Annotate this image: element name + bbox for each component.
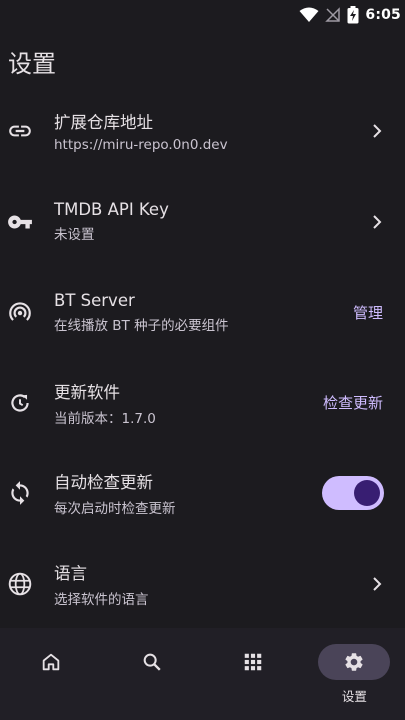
setting-subtitle: 选择软件的语言 bbox=[54, 591, 149, 608]
setting-subtitle: 每次启动时检查更新 bbox=[54, 501, 176, 518]
broadcast-icon bbox=[9, 302, 31, 322]
setting-title: 语言 bbox=[54, 563, 87, 583]
globe-icon bbox=[8, 572, 32, 596]
setting-title: 自动检查更新 bbox=[54, 473, 153, 493]
manage-bt-button[interactable]: 管理 bbox=[353, 302, 383, 323]
auto-update-toggle[interactable] bbox=[322, 476, 384, 511]
nav-search[interactable] bbox=[101, 628, 202, 720]
status-time: 6:05 bbox=[365, 7, 401, 23]
setting-update-app: 更新软件 当前版本：1.7.0 检查更新 bbox=[0, 358, 405, 449]
chevron-right-icon bbox=[373, 215, 382, 229]
setting-subtitle: 在线播放 BT 种子的必要组件 bbox=[54, 317, 229, 334]
wifi-icon bbox=[299, 7, 319, 22]
check-update-button[interactable]: 检查更新 bbox=[323, 392, 383, 413]
chevron-right-icon bbox=[373, 124, 382, 138]
bottom-nav: 设置 bbox=[0, 628, 405, 720]
setting-title: TMDB API Key bbox=[54, 200, 169, 220]
battery-charging-icon bbox=[347, 6, 359, 24]
setting-subtitle: https://miru-repo.0n0.dev bbox=[54, 137, 228, 154]
key-icon bbox=[8, 215, 32, 229]
nav-label-settings: 设置 bbox=[341, 689, 367, 704]
update-icon bbox=[11, 394, 29, 412]
setting-title: 更新软件 bbox=[54, 382, 120, 402]
no-signal-icon bbox=[325, 7, 341, 22]
setting-repo-url[interactable]: 扩展仓库地址 https://miru-repo.0n0.dev bbox=[0, 86, 405, 177]
nav-extensions[interactable] bbox=[203, 628, 304, 720]
page-title: 设置 bbox=[8, 50, 56, 78]
sync-icon bbox=[11, 481, 29, 506]
setting-tmdb-api-key[interactable]: TMDB API Key 未设置 bbox=[0, 177, 405, 268]
setting-auto-check-update: 自动检查更新 每次启动时检查更新 bbox=[0, 448, 405, 539]
nav-active-indicator bbox=[318, 644, 391, 680]
setting-language[interactable]: 语言 选择软件的语言 bbox=[0, 539, 405, 630]
setting-subtitle: 当前版本：1.7.0 bbox=[54, 410, 156, 427]
home-icon bbox=[42, 653, 59, 671]
gear-icon bbox=[345, 653, 363, 671]
nav-settings[interactable]: 设置 bbox=[304, 628, 405, 720]
setting-title: BT Server bbox=[54, 290, 135, 310]
setting-subtitle: 未设置 bbox=[54, 227, 95, 244]
search-icon bbox=[143, 653, 161, 671]
status-bar: 6:05 bbox=[0, 0, 405, 30]
settings-list: 扩展仓库地址 https://miru-repo.0n0.dev TMDB AP… bbox=[0, 86, 405, 629]
nav-home[interactable] bbox=[0, 628, 101, 720]
chevron-right-icon bbox=[373, 577, 382, 591]
setting-title: 扩展仓库地址 bbox=[54, 113, 153, 133]
toggle-thumb bbox=[354, 480, 380, 507]
setting-bt-server: BT Server 在线播放 BT 种子的必要组件 管理 bbox=[0, 267, 405, 358]
link-icon bbox=[9, 125, 31, 137]
grid-icon bbox=[244, 653, 262, 671]
